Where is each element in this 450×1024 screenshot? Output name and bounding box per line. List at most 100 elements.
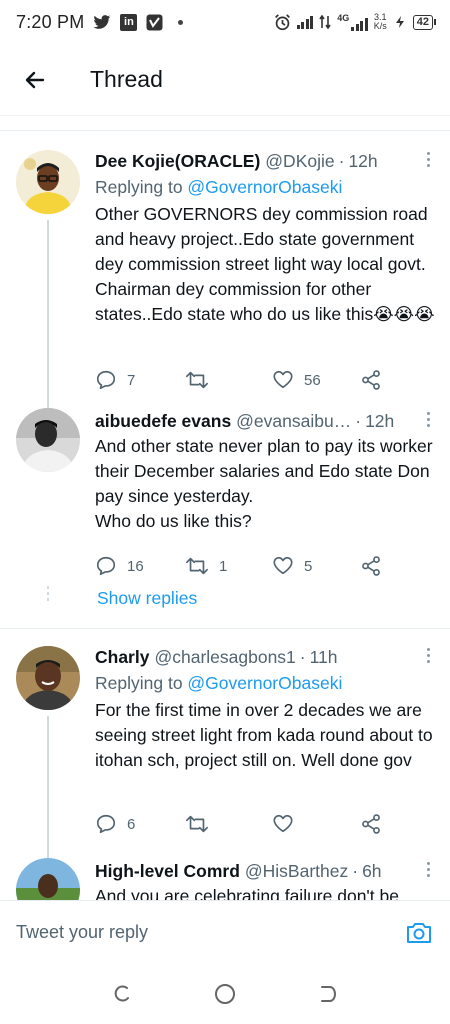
- app-header: Thread: [0, 44, 450, 116]
- signal-icon: [296, 15, 314, 29]
- alarm-icon: [274, 13, 291, 31]
- heart-icon: [273, 370, 293, 389]
- status-time: 7:20 PM: [16, 11, 85, 32]
- reply-button[interactable]: 6: [95, 813, 135, 835]
- user-handle[interactable]: @charlesagbons1: [154, 646, 295, 668]
- more-options-icon[interactable]: [424, 412, 432, 427]
- camera-icon: [407, 922, 431, 943]
- retweet-button[interactable]: [185, 369, 219, 391]
- vimeo-icon: [146, 14, 163, 31]
- home-button[interactable]: [210, 979, 240, 1009]
- tweet-text: And other state never plan to pay its wo…: [95, 436, 433, 531]
- user-name[interactable]: Charly: [95, 646, 149, 668]
- avatar[interactable]: [16, 150, 80, 214]
- replying-to: Replying to @GovernorObaseki: [95, 672, 436, 694]
- network-type: 4G: [337, 13, 350, 23]
- retweet-count: 1: [219, 557, 228, 575]
- tweet-header: aibuedefe evans @evansaibu… · 12h: [95, 410, 395, 432]
- battery-icon: 42: [412, 14, 436, 30]
- like-button[interactable]: 5: [272, 555, 312, 577]
- share-button[interactable]: [360, 813, 382, 835]
- more-options-icon[interactable]: [424, 862, 432, 877]
- back-button[interactable]: [0, 44, 70, 116]
- recents-button[interactable]: [107, 979, 137, 1009]
- twitter-icon: [93, 14, 111, 30]
- avatar[interactable]: [16, 408, 80, 472]
- retweet-icon: [186, 815, 208, 833]
- user-handle[interactable]: @HisBarthez: [245, 860, 348, 882]
- reply-count: 16: [127, 557, 144, 575]
- thread-line: [47, 716, 49, 866]
- tweet-time: 6h: [362, 861, 382, 881]
- replying-to: Replying to @GovernorObaseki: [95, 176, 436, 198]
- thread-feed[interactable]: Dee Kojie(ORACLE) @DKojie · 12h Replying…: [0, 116, 450, 900]
- share-icon: [362, 370, 380, 390]
- tweet[interactable]: Charly @charlesagbons1 · 11h Replying to…: [0, 628, 450, 866]
- network-speed-unit: K/s: [373, 21, 387, 31]
- tweet-actions: 7 56: [95, 368, 395, 392]
- status-bar: 7:20 PM in 4G 3.1 K/s 42: [0, 0, 450, 44]
- retweet-icon: [186, 371, 208, 389]
- tweet[interactable]: High-level Comrd @HisBarthez · 6h And yo…: [0, 856, 450, 900]
- thread-continuation-dots: [47, 586, 49, 601]
- more-options-icon[interactable]: [424, 648, 432, 663]
- camera-button[interactable]: [404, 918, 434, 948]
- user-handle[interactable]: @evansaibu…: [236, 410, 351, 432]
- tweet-header: High-level Comrd @HisBarthez · 6h: [95, 860, 382, 882]
- retweet-button[interactable]: [185, 813, 219, 835]
- like-button[interactable]: [272, 813, 304, 835]
- tweet-header: Dee Kojie(ORACLE) @DKojie · 12h: [95, 150, 378, 172]
- heart-icon: [273, 814, 293, 833]
- network-speed: 3.1 K/s: [374, 13, 387, 31]
- reply-count: 6: [127, 815, 136, 833]
- replying-to-handle[interactable]: @GovernorObaseki: [187, 673, 342, 693]
- replying-to-label: Replying to: [95, 673, 188, 693]
- like-count: 56: [304, 371, 321, 389]
- battery-level: 42: [412, 14, 433, 30]
- home-circle-icon: [214, 984, 235, 1004]
- previous-tweet-actions: [0, 116, 450, 124]
- page-title: Thread: [90, 66, 163, 92]
- tweet-header: Charly @charlesagbons1 · 11h: [95, 646, 338, 668]
- notification-dot-icon: [178, 19, 184, 25]
- share-icon: [362, 556, 380, 576]
- reply-count: 7: [127, 371, 136, 389]
- back-system-button[interactable]: [313, 979, 343, 1009]
- avatar[interactable]: [16, 858, 80, 900]
- system-nav-bar: [0, 964, 450, 1024]
- tweet-text: Other GOVERNORS dey commission road and …: [95, 204, 435, 324]
- user-name[interactable]: Dee Kojie(ORACLE): [95, 150, 260, 172]
- tweet[interactable]: Dee Kojie(ORACLE) @DKojie · 12h Replying…: [0, 130, 450, 422]
- reply-composer-bar[interactable]: Tweet your reply: [0, 900, 450, 964]
- back-nav-icon: [321, 986, 337, 1002]
- thread-line: [47, 220, 49, 422]
- reply-icon: [96, 370, 116, 390]
- tweet-time: 11h: [309, 647, 338, 667]
- reply-button[interactable]: 7: [95, 369, 135, 391]
- show-replies-link[interactable]: Show replies: [97, 588, 197, 609]
- more-options-icon[interactable]: [424, 152, 432, 167]
- linkedin-icon: in: [120, 13, 138, 31]
- tweet-time: 12h: [348, 151, 378, 171]
- heart-icon: [273, 556, 293, 575]
- retweet-icon: [186, 557, 208, 575]
- signal-icon-2: [351, 17, 368, 31]
- user-name[interactable]: High-level Comrd: [95, 860, 240, 882]
- replying-to-label: Replying to: [95, 177, 188, 197]
- charging-icon: [393, 15, 407, 29]
- back-arrow-icon: [25, 71, 45, 88]
- replying-to-handle[interactable]: @GovernorObaseki: [187, 177, 342, 197]
- tweet[interactable]: aibuedefe evans @evansaibu… · 12h And ot…: [0, 408, 450, 628]
- reply-input[interactable]: Tweet your reply: [16, 922, 404, 943]
- tweet-time: 12h: [365, 411, 395, 431]
- retweet-button[interactable]: 1: [185, 555, 227, 577]
- user-name[interactable]: aibuedefe evans: [95, 410, 231, 432]
- reply-icon: [96, 556, 116, 576]
- like-button[interactable]: 56: [272, 369, 321, 391]
- user-handle[interactable]: @DKojie: [265, 150, 334, 172]
- avatar[interactable]: [16, 646, 80, 710]
- share-button[interactable]: [360, 369, 382, 391]
- reply-button[interactable]: 16: [95, 555, 144, 577]
- tweet-actions: 16 1 5: [95, 554, 395, 578]
- share-button[interactable]: [360, 555, 382, 577]
